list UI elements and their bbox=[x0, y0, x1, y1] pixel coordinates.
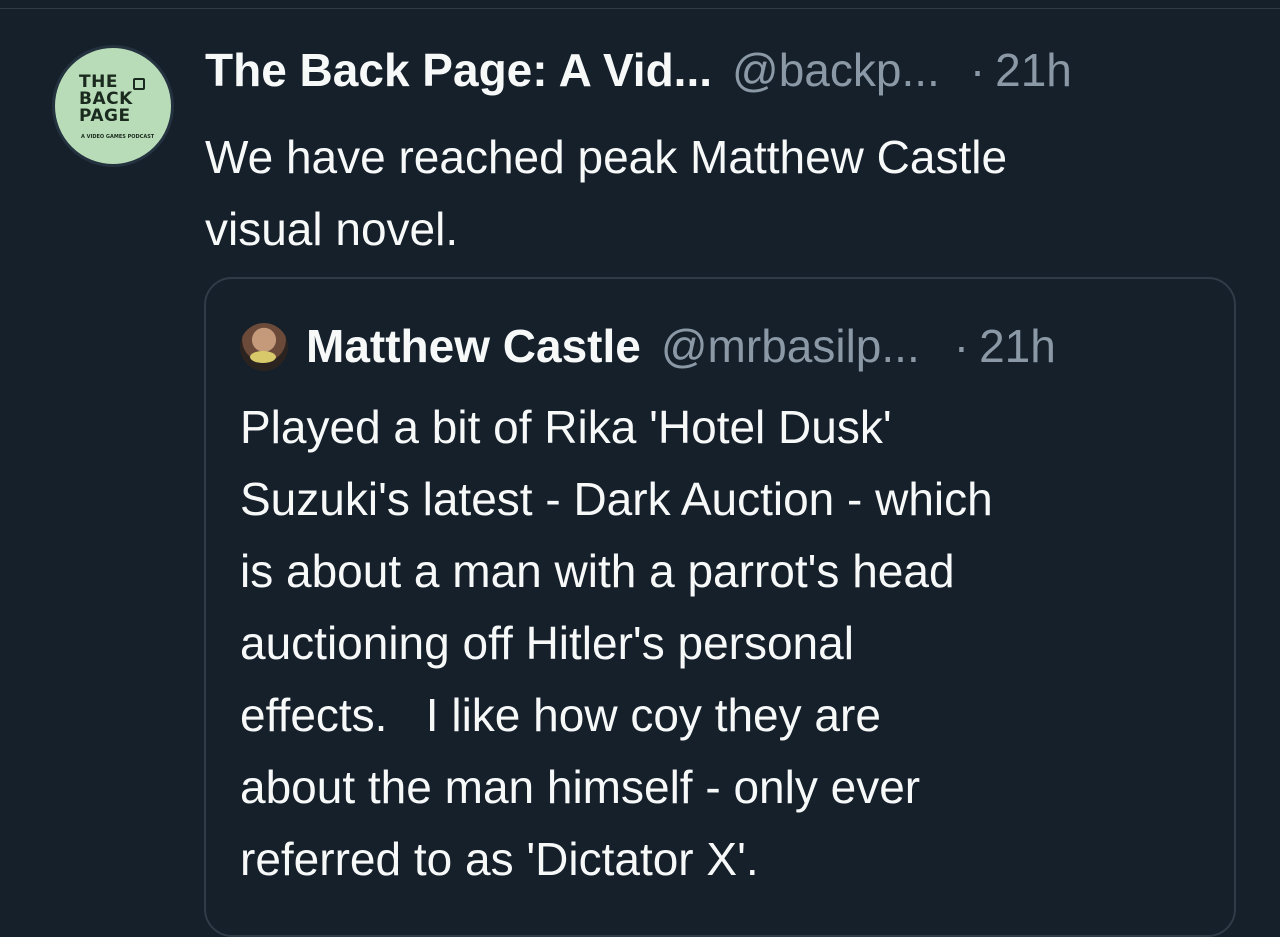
tweet[interactable]: THE BACK PAGE A VIDEO GAMES PODCAST The … bbox=[0, 9, 1280, 937]
quoted-display-name[interactable]: Matthew Castle bbox=[306, 319, 641, 373]
avatar-logo-text: THE BACK PAGE bbox=[79, 72, 133, 126]
quoted-separator-dot: · bbox=[953, 320, 970, 372]
avatar-photo-detail bbox=[250, 351, 276, 363]
quoted-tweet-header: Matthew Castle @mrbasilp... · 21h bbox=[306, 319, 1056, 373]
tweet-header: The Back Page: A Vid... @backp... · 21h bbox=[205, 43, 1072, 103]
quoted-timestamp[interactable]: 21h bbox=[979, 319, 1056, 373]
display-name[interactable]: The Back Page: A Vid... bbox=[205, 43, 712, 97]
quoted-user-handle[interactable]: @mrbasilp... bbox=[661, 319, 920, 373]
quoted-tweet-text: Played a bit of Rika 'Hotel Dusk' Suzuki… bbox=[240, 401, 993, 885]
separator-dot: · bbox=[969, 44, 986, 96]
avatar[interactable]: THE BACK PAGE A VIDEO GAMES PODCAST bbox=[52, 45, 174, 167]
avatar-logo-subtitle: A VIDEO GAMES PODCAST bbox=[81, 134, 155, 140]
user-handle[interactable]: @backp... bbox=[732, 43, 940, 97]
timestamp[interactable]: 21h bbox=[995, 43, 1072, 97]
quoted-tweet[interactable]: Matthew Castle @mrbasilp... · 21h Played… bbox=[204, 277, 1236, 937]
tweet-text: We have reached peak Matthew Castle visu… bbox=[205, 131, 1008, 255]
quoted-avatar[interactable] bbox=[240, 323, 288, 371]
logo-mark-icon bbox=[133, 78, 145, 90]
